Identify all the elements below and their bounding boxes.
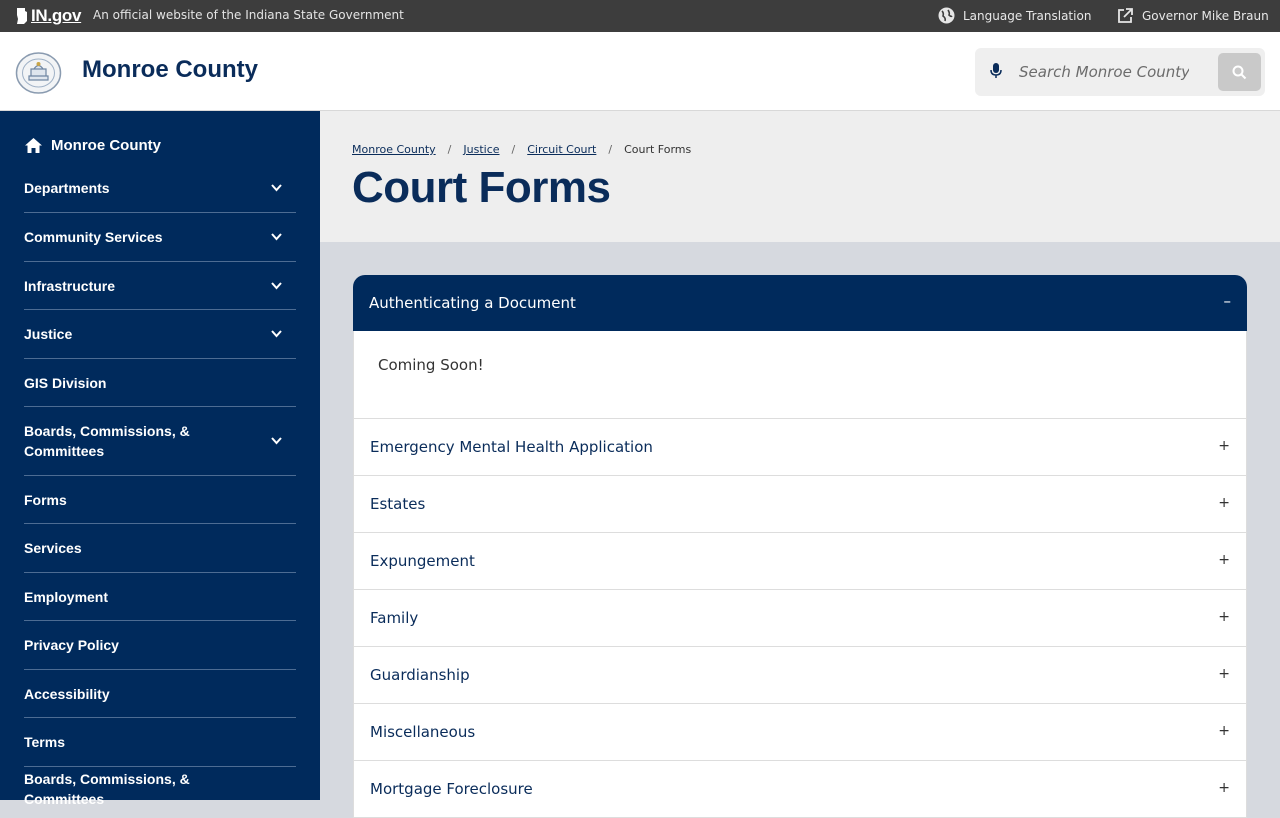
accordion-item-label: Miscellaneous bbox=[370, 723, 476, 741]
sidebar-item-label: Boards, Commissions, & Committees bbox=[24, 423, 190, 459]
expand-toggle-icon: + bbox=[1218, 438, 1230, 454]
sidebar-item[interactable]: Community Services bbox=[24, 213, 296, 262]
sidebar-item[interactable]: Terms bbox=[24, 718, 296, 767]
breadcrumb-link[interactable]: Monroe County bbox=[352, 143, 436, 156]
sidebar-item[interactable]: Employment bbox=[24, 573, 296, 621]
collapse-toggle-icon: – bbox=[1223, 292, 1232, 310]
search-input[interactable] bbox=[1019, 58, 1189, 86]
sidebar-nav: Monroe County Departments Community Servi… bbox=[0, 111, 320, 807]
governor-link[interactable]: Governor Mike Braun bbox=[1117, 7, 1269, 24]
expand-toggle-icon: + bbox=[1218, 552, 1230, 568]
sidebar-home-link[interactable]: Monroe County bbox=[24, 137, 161, 154]
accordion-item[interactable]: Mortgage Foreclosure + bbox=[353, 761, 1247, 818]
governor-label: Governor Mike Braun bbox=[1142, 8, 1269, 23]
site-title[interactable]: Monroe County bbox=[82, 56, 258, 84]
accordion-item-label: Guardianship bbox=[370, 666, 470, 684]
sidebar-item-label: Privacy Policy bbox=[24, 637, 119, 653]
breadcrumb-current: Court Forms bbox=[624, 143, 692, 156]
sidebar-item[interactable]: Privacy Policy bbox=[24, 621, 296, 670]
chevron-down-icon[interactable] bbox=[270, 435, 283, 447]
accordion-title: Authenticating a Document bbox=[369, 294, 576, 312]
expand-toggle-icon: + bbox=[1218, 780, 1230, 796]
search-button[interactable] bbox=[1218, 53, 1261, 91]
accordion-item[interactable]: Family + bbox=[353, 590, 1247, 647]
globe-icon bbox=[938, 7, 955, 24]
sidebar-item-label: Accessibility bbox=[24, 685, 110, 702]
expand-toggle-icon: + bbox=[1218, 495, 1230, 511]
sidebar-item-label: Justice bbox=[24, 326, 73, 342]
accordion-item[interactable]: Emergency Mental Health Application + bbox=[353, 419, 1247, 476]
sidebar-item-label: GIS Division bbox=[24, 374, 107, 391]
accordion-item[interactable]: Estates + bbox=[353, 476, 1247, 533]
sidebar-item-label: Community Services bbox=[24, 229, 163, 245]
state-top-bar: IN.gov An official website of the Indian… bbox=[0, 0, 1280, 32]
sidebar-item[interactable]: Infrastructure bbox=[24, 262, 296, 310]
sidebar-item-label: Employment bbox=[24, 588, 109, 605]
county-seal-logo[interactable] bbox=[15, 52, 62, 94]
home-icon bbox=[25, 138, 42, 153]
sidebar-item[interactable]: GIS Division bbox=[24, 359, 296, 407]
sidebar-item[interactable]: Accessibility bbox=[24, 670, 296, 718]
indiana-state-icon bbox=[17, 8, 27, 24]
breadcrumb-link[interactable]: Justice bbox=[463, 143, 499, 156]
sidebar-item[interactable]: Forms bbox=[24, 476, 296, 524]
ingov-link[interactable]: IN.gov bbox=[15, 6, 81, 26]
ingov-logo: IN.gov bbox=[31, 6, 82, 25]
expand-toggle-icon: + bbox=[1218, 723, 1230, 739]
chevron-down-icon[interactable] bbox=[270, 231, 283, 243]
site-header: Monroe County bbox=[0, 32, 1280, 111]
sidebar-item[interactable]: Departments bbox=[24, 164, 296, 213]
expand-toggle-icon: + bbox=[1218, 609, 1230, 625]
sidebar-item-label: Forms bbox=[24, 491, 67, 508]
accordion-item-label: Mortgage Foreclosure bbox=[370, 780, 533, 798]
sidebar-item[interactable]: Boards, Commissions, & Committees bbox=[24, 767, 296, 811]
sidebar-item-label: Boards, Commissions, & Committees bbox=[24, 771, 190, 807]
sidebar-item-label: Terms bbox=[24, 734, 65, 750]
official-site-text: An official website of the Indiana State… bbox=[93, 8, 404, 22]
breadcrumb-separator: / bbox=[511, 143, 516, 156]
chevron-down-icon[interactable] bbox=[270, 328, 283, 340]
sidebar-item-label: Services bbox=[24, 540, 82, 556]
accordion-item[interactable]: Guardianship + bbox=[353, 647, 1247, 704]
accordion-panel-text: Coming Soon! bbox=[378, 356, 484, 374]
sidebar-item[interactable]: Boards, Commissions, & Committees bbox=[24, 407, 296, 476]
accordion-header-open[interactable]: Authenticating a Document – bbox=[353, 275, 1247, 331]
chevron-down-icon[interactable] bbox=[270, 280, 283, 292]
accordion-item[interactable]: Expungement + bbox=[353, 533, 1247, 590]
breadcrumb: Monroe County / Justice / Circuit Court … bbox=[352, 143, 691, 156]
sidebar-item[interactable]: Services bbox=[24, 524, 296, 573]
language-translation-button[interactable]: Language Translation bbox=[938, 7, 1091, 24]
language-translation-label: Language Translation bbox=[963, 8, 1092, 23]
accordion-item[interactable]: Miscellaneous + bbox=[353, 704, 1247, 761]
breadcrumb-separator: / bbox=[608, 143, 613, 156]
search-box bbox=[975, 48, 1265, 96]
page-title: Court Forms bbox=[352, 163, 611, 212]
sidebar-menu: Departments Community Services Infrastruct… bbox=[24, 164, 296, 811]
breadcrumb-link[interactable]: Circuit Court bbox=[527, 143, 596, 156]
accordion-item-label: Estates bbox=[370, 495, 426, 513]
accordion-item-label: Expungement bbox=[370, 552, 475, 570]
search-icon bbox=[1232, 65, 1247, 79]
forms-accordion: Authenticating a Document – Coming Soon!… bbox=[353, 275, 1247, 818]
accordion-item-label: Emergency Mental Health Application bbox=[370, 438, 653, 456]
chevron-down-icon[interactable] bbox=[270, 182, 283, 194]
sidebar-home-label: Monroe County bbox=[51, 137, 161, 154]
external-link-icon bbox=[1118, 8, 1133, 23]
sidebar-item-label: Departments bbox=[24, 180, 110, 196]
sidebar-item-label: Infrastructure bbox=[24, 277, 116, 294]
sidebar-item[interactable]: Justice bbox=[24, 310, 296, 359]
page-header: Monroe County / Justice / Circuit Court … bbox=[320, 111, 1280, 242]
breadcrumb-separator: / bbox=[447, 143, 452, 156]
expand-toggle-icon: + bbox=[1218, 666, 1230, 682]
accordion-item-label: Family bbox=[370, 609, 419, 627]
microphone-icon[interactable] bbox=[989, 62, 1003, 80]
accordion-panel: Coming Soon! bbox=[353, 331, 1247, 419]
